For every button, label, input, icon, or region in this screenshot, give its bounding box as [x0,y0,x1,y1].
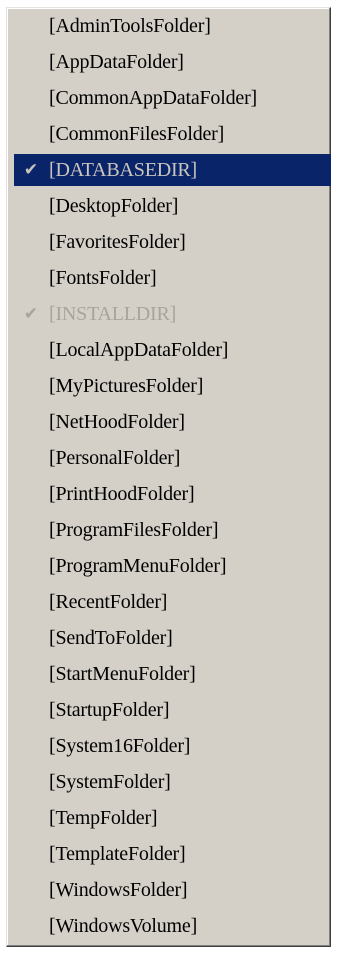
menu-item-commonappdatafolder[interactable]: [CommonAppDataFolder] [14,82,331,114]
menu-item-fontsfolder[interactable]: [FontsFolder] [14,262,331,294]
menu-item-databasedir[interactable]: ✔ [DATABASEDIR] [14,154,331,186]
menu-item-label: [PrintHoodFolder] [49,483,195,505]
menu-item-label: [DesktopFolder] [49,195,179,217]
checkmark-icon: ✔ [23,160,39,180]
menu-item-label: [TemplateFolder] [49,843,186,865]
menu-item-mypicturesfolder[interactable]: [MyPicturesFolder] [14,370,331,402]
menu-item-startupfolder[interactable]: [StartupFolder] [14,694,331,726]
menu-item-system16folder[interactable]: [System16Folder] [14,730,331,762]
menu-item-label: [SendToFolder] [49,627,173,649]
menu-item-label: [WindowsFolder] [49,879,188,901]
checkmark-icon: ✔ [23,304,39,324]
menu-item-label: [CommonFilesFolder] [49,123,225,145]
menu-item-localappdatafolder[interactable]: [LocalAppDataFolder] [14,334,331,366]
menu-item-printhoodfolder[interactable]: [PrintHoodFolder] [14,478,331,510]
menu-item-label: [ProgramMenuFolder] [49,555,227,577]
menu-item-label: [WindowsVolume] [49,915,198,937]
menu-item-nethoodfolder[interactable]: [NetHoodFolder] [14,406,331,438]
menu-item-programfilesfolder[interactable]: [ProgramFilesFolder] [14,514,331,546]
menu-item-label: [TempFolder] [49,807,158,829]
menu-item-favoritesfolder[interactable]: [FavoritesFolder] [14,226,331,258]
menu-item-label: [ProgramFilesFolder] [49,519,219,541]
menu-item-label: [RecentFolder] [49,591,168,613]
menu-item-windowsfolder[interactable]: [WindowsFolder] [14,874,331,906]
menu-item-label: [MyPicturesFolder] [49,375,204,397]
menu-item-label: [AppDataFolder] [49,51,184,73]
folder-dropdown-menu: [AdminToolsFolder] [AppDataFolder] [Common… [6,7,331,947]
menu-item-label: [System16Folder] [49,735,191,757]
menu-item-label: [FavoritesFolder] [49,231,186,253]
menu-item-templatefolder[interactable]: [TemplateFolder] [14,838,331,870]
menu-item-startmenufolder[interactable]: [StartMenuFolder] [14,658,331,690]
menu-item-personalfolder[interactable]: [PersonalFolder] [14,442,331,474]
menu-item-label: [FontsFolder] [49,267,157,289]
menu-item-systemfolder[interactable]: [SystemFolder] [14,766,331,798]
menu-item-tempfolder[interactable]: [TempFolder] [14,802,331,834]
menu-item-label: [LocalAppDataFolder] [49,339,229,361]
menu-item-label: [NetHoodFolder] [49,411,185,433]
menu-item-sendtofolder[interactable]: [SendToFolder] [14,622,331,654]
menu-item-windowsvolume[interactable]: [WindowsVolume] [14,910,331,942]
menu-item-label: [StartMenuFolder] [49,663,196,685]
menu-item-label: [PersonalFolder] [49,447,181,469]
menu-item-label: [StartupFolder] [49,699,170,721]
menu-item-label: [INSTALLDIR] [49,303,177,325]
menu-item-installdir: ✔ [INSTALLDIR] [14,298,331,330]
menu-item-appdatafolder[interactable]: [AppDataFolder] [14,46,331,78]
menu-item-label: [SystemFolder] [49,771,171,793]
menu-item-commonfilesfolder[interactable]: [CommonFilesFolder] [14,118,331,150]
menu-item-label: [CommonAppDataFolder] [49,87,257,109]
menu-item-recentfolder[interactable]: [RecentFolder] [14,586,331,618]
menu-item-desktopfolder[interactable]: [DesktopFolder] [14,190,331,222]
menu-item-label: [DATABASEDIR] [49,159,198,181]
menu-item-label: [AdminToolsFolder] [49,15,211,37]
menu-item-programmenufolder[interactable]: [ProgramMenuFolder] [14,550,331,582]
menu-item-admintoolsfolder[interactable]: [AdminToolsFolder] [14,10,331,42]
